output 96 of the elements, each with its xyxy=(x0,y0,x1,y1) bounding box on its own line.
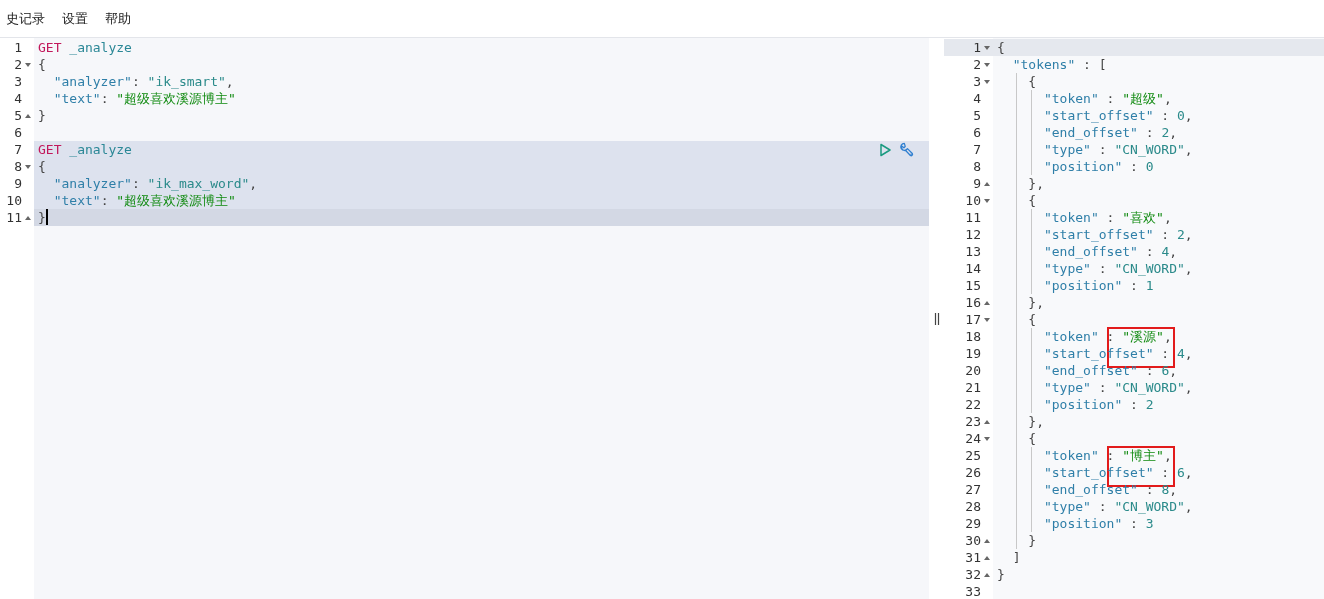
line-number: 2 xyxy=(14,56,22,73)
code-line: } xyxy=(38,210,46,225)
code-line: "type" : "CN_WORD", xyxy=(1042,261,1193,276)
line-number: 14 xyxy=(965,260,981,277)
line-number: 20 xyxy=(965,362,981,379)
code-line: }, xyxy=(1027,176,1044,191)
code-line: "start_offset" : 0, xyxy=(1042,108,1193,123)
line-number: 2 xyxy=(973,56,981,73)
code-line: "end_offset" : 4, xyxy=(1042,244,1178,259)
line-number: 28 xyxy=(965,498,981,515)
code-line: "position" : 1 xyxy=(1042,278,1154,293)
line-number: 31 xyxy=(965,549,981,566)
line-number: 5 xyxy=(14,107,22,124)
code-line: "type" : "CN_WORD", xyxy=(1042,380,1193,395)
line-number: 15 xyxy=(965,277,981,294)
code-line: "token" : "溪源", xyxy=(1042,329,1172,344)
menu-item[interactable]: 设置 xyxy=(62,9,88,28)
fold-icon[interactable] xyxy=(24,60,32,69)
line-number: 6 xyxy=(973,124,981,141)
line-number: 23 xyxy=(965,413,981,430)
line-number: 10 xyxy=(965,192,981,209)
fold-icon[interactable] xyxy=(983,60,991,69)
code-line: "position" : 3 xyxy=(1042,516,1154,531)
line-number: 7 xyxy=(14,141,22,158)
code-line: { xyxy=(38,159,46,174)
code-line: "position" : 2 xyxy=(1042,397,1154,412)
line-number: 19 xyxy=(965,345,981,362)
code-line: GET _analyze xyxy=(38,142,132,157)
code-line: }, xyxy=(1027,295,1044,310)
code-line: } xyxy=(997,567,1005,582)
line-number: 3 xyxy=(14,73,22,90)
code-line: "token" : "喜欢", xyxy=(1042,210,1172,225)
code-line: "end_offset" : 2, xyxy=(1042,125,1178,140)
line-number: 1 xyxy=(14,39,22,56)
code-line: "analyzer": "ik_max_word", xyxy=(52,176,258,191)
code-line: { xyxy=(997,40,1005,55)
line-number: 4 xyxy=(973,90,981,107)
line-number: 11 xyxy=(965,209,981,226)
line-number: 9 xyxy=(973,175,981,192)
line-number: 11 xyxy=(6,209,22,226)
code-line: } xyxy=(1027,533,1037,548)
code-line: { xyxy=(1027,431,1037,446)
code-line: "token" : "博主", xyxy=(1042,448,1172,463)
line-number: 24 xyxy=(965,430,981,447)
code-line: "tokens" : [ xyxy=(1011,57,1107,72)
code-line: "token" : "超级", xyxy=(1042,91,1172,106)
line-number: 5 xyxy=(973,107,981,124)
line-number: 26 xyxy=(965,464,981,481)
code-line: } xyxy=(38,108,46,123)
fold-icon[interactable] xyxy=(983,434,991,443)
line-number: 12 xyxy=(965,226,981,243)
line-number: 17 xyxy=(965,311,981,328)
wrench-icon[interactable] xyxy=(899,141,915,158)
code-line: { xyxy=(1027,312,1037,327)
line-number: 9 xyxy=(14,175,22,192)
code-line: "start_offset" : 2, xyxy=(1042,227,1193,242)
code-line: "text": "超级喜欢溪源博主" xyxy=(52,193,236,208)
line-number: 18 xyxy=(965,328,981,345)
line-number: 21 xyxy=(965,379,981,396)
code-line: "type" : "CN_WORD", xyxy=(1042,499,1193,514)
line-number: 22 xyxy=(965,396,981,413)
line-number: 32 xyxy=(965,566,981,583)
code-line: }, xyxy=(1027,414,1044,429)
line-number: 30 xyxy=(965,532,981,549)
fold-icon[interactable] xyxy=(983,196,991,205)
line-number: 27 xyxy=(965,481,981,498)
line-number: 16 xyxy=(965,294,981,311)
fold-icon[interactable] xyxy=(24,162,32,171)
code-line: ] xyxy=(1011,550,1021,565)
menu-item[interactable]: 帮助 xyxy=(105,9,131,28)
menu-item[interactable]: 史记录 xyxy=(6,9,45,28)
play-icon[interactable] xyxy=(877,141,893,158)
fold-icon[interactable] xyxy=(983,77,991,86)
code-line: "position" : 0 xyxy=(1042,159,1154,174)
line-number: 25 xyxy=(965,447,981,464)
line-number: 13 xyxy=(965,243,981,260)
line-number: 29 xyxy=(965,515,981,532)
line-number: 3 xyxy=(973,73,981,90)
code-line: GET _analyze xyxy=(38,40,132,55)
code-line: { xyxy=(38,57,46,72)
line-number: 8 xyxy=(14,158,22,175)
line-number: 4 xyxy=(14,90,22,107)
code-line: "type" : "CN_WORD", xyxy=(1042,142,1193,157)
line-number: 6 xyxy=(14,124,22,141)
line-number: 7 xyxy=(973,141,981,158)
line-number: 1 xyxy=(973,39,981,56)
line-number: 10 xyxy=(6,192,22,209)
code-line: { xyxy=(1027,74,1037,89)
code-line: "analyzer": "ik_smart", xyxy=(52,74,234,89)
line-number: 33 xyxy=(965,583,981,599)
fold-icon[interactable] xyxy=(983,43,991,52)
fold-icon[interactable] xyxy=(983,315,991,324)
resize-handle-icon[interactable] xyxy=(933,312,940,325)
code-line: "text": "超级喜欢溪源博主" xyxy=(52,91,236,106)
line-number: 8 xyxy=(973,158,981,175)
code-line: { xyxy=(1027,193,1037,208)
